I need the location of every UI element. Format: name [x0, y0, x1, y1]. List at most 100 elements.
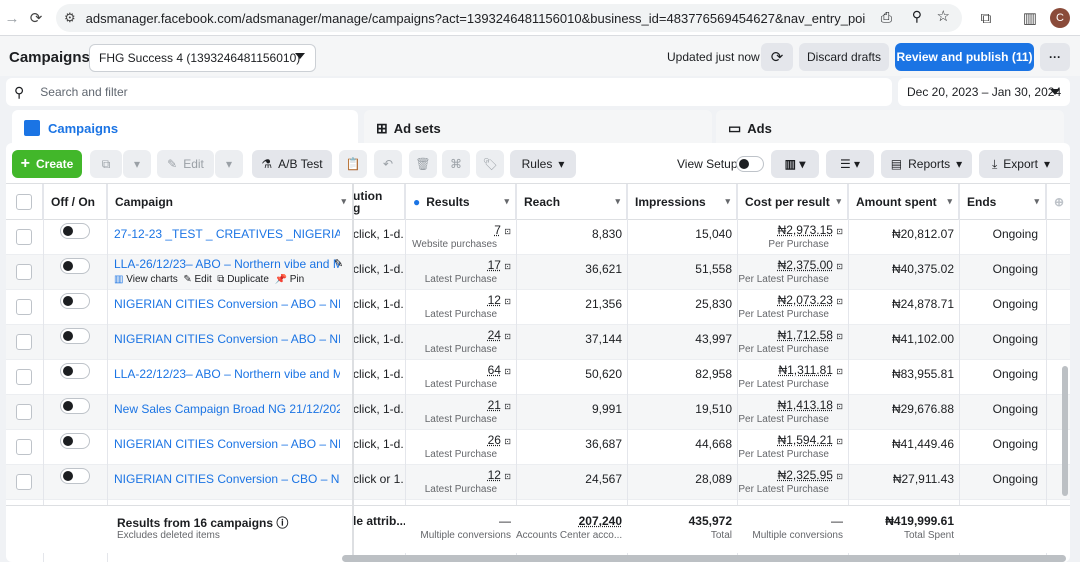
sort-icon: ▾ — [341, 196, 346, 206]
pencil-icon[interactable]: ✎ — [334, 257, 343, 270]
column-header-amount-spent[interactable]: Amount spent ▾ — [848, 184, 959, 220]
install-app-icon[interactable]: ⎙ — [881, 9, 892, 26]
row-checkbox[interactable] — [16, 264, 32, 280]
row-checkbox[interactable] — [16, 229, 32, 245]
flask-icon: ⚗ — [261, 157, 273, 171]
select-all-checkbox[interactable] — [16, 193, 32, 210]
tag-button[interactable]: 🏷 — [476, 150, 504, 178]
row-checkbox[interactable] — [16, 334, 32, 350]
campaign-name-link[interactable]: NIGERIAN CITIES Conversion – CBO – NEW C… — [114, 472, 340, 486]
column-header-cost-per-result[interactable]: Cost per result ▾ — [737, 184, 848, 220]
tab-ad-sets[interactable]: ⊞ Ad sets — [364, 110, 712, 146]
campaign-name-link[interactable]: LLA-22/12/23– ABO – Northern vibe and Ma… — [114, 367, 340, 381]
create-button[interactable]: + Create — [12, 150, 82, 178]
table-row[interactable]: NIGERIAN CITIES Conversion – ABO – NEW C… — [6, 325, 1070, 360]
duplicate-link[interactable]: Duplicate — [227, 274, 269, 285]
edit-menu-button[interactable]: ▾ — [215, 150, 243, 178]
pin-link[interactable]: Pin — [290, 274, 304, 285]
campaign-toggle[interactable] — [60, 293, 90, 309]
edit-button[interactable]: ✎ Edit — [157, 150, 214, 178]
campaign-name-link[interactable]: 27-12-23 _TEST _ CREATIVES _NIGERIAN CIT… — [114, 227, 340, 241]
clipboard-button[interactable]: 📋 — [339, 150, 367, 178]
row-checkbox[interactable] — [16, 299, 32, 315]
campaign-toggle[interactable] — [60, 363, 90, 379]
side-panel-icon[interactable]: ▥ — [1018, 6, 1042, 30]
row-checkbox[interactable] — [16, 369, 32, 385]
column-header-ends[interactable]: Ends ▾ — [959, 184, 1046, 220]
date-range-picker[interactable]: Dec 20, 2023 – Jan 30, 2024 — [898, 78, 1070, 106]
view-charts-link[interactable]: View charts — [126, 274, 178, 285]
campaign-name-link[interactable]: NIGERIAN CITIES Conversion – ABO – NEW C… — [114, 437, 340, 451]
tab-ads[interactable]: ▭ Ads — [716, 110, 1064, 146]
column-header-results[interactable]: ● Results ▾ — [405, 184, 516, 220]
vertical-scrollbar[interactable] — [1062, 366, 1068, 496]
horizontal-scrollbar[interactable] — [342, 555, 1066, 562]
campaign-name-link[interactable]: New Sales Campaign Broad NG 21/12/2023 C… — [114, 402, 340, 416]
review-publish-button[interactable]: Review and publish (11) — [895, 43, 1034, 71]
site-settings-icon[interactable]: ⚙ — [64, 10, 76, 26]
column-header-off-on[interactable]: Off / On — [43, 184, 107, 220]
avatar[interactable]: C — [1050, 8, 1070, 28]
campaign-toggle[interactable] — [60, 258, 90, 274]
results-type: Latest Purchase — [424, 414, 497, 425]
table-row[interactable]: LLA-22/12/23– ABO – Northern vibe and Ma… — [6, 360, 1070, 395]
columns-button[interactable]: ▥ ▾ — [771, 150, 819, 178]
search-input[interactable]: ⚲ Search and filter — [6, 78, 892, 106]
chevron-down-icon — [295, 53, 305, 59]
duplicate-button[interactable]: ⧉ — [90, 150, 122, 178]
account-selector[interactable]: FHG Success 4 (1393246481156010) — [89, 44, 316, 72]
rules-button[interactable]: Rules ▾ — [510, 150, 576, 178]
address-bar[interactable]: ⚙ adsmanager.facebook.com/adsmanager/man… — [56, 4, 962, 32]
reach-value: 37,144 — [585, 332, 622, 346]
campaign-toggle[interactable] — [60, 468, 90, 484]
back-arrow-icon[interactable]: → — [0, 6, 24, 30]
campaign-toggle[interactable] — [60, 433, 90, 449]
campaign-name-link[interactable]: LLA-26/12/23– ABO – Northern vibe and M.… — [114, 257, 340, 271]
campaign-toggle[interactable] — [60, 223, 90, 239]
more-options-button[interactable]: ··· — [1040, 43, 1070, 71]
duplicate-menu-button[interactable]: ▾ — [123, 150, 151, 178]
row-checkbox[interactable] — [16, 474, 32, 490]
column-header-attribution[interactable]: ution g — [353, 184, 405, 220]
attribution-setting: click, 1-d... — [353, 367, 403, 381]
campaign-name-link[interactable]: NIGERIAN CITIES Conversion – ABO – NEW C… — [114, 297, 340, 311]
summary-impressions-sub: Total — [710, 530, 732, 541]
row-checkbox[interactable] — [16, 439, 32, 455]
export-button[interactable]: ⤓ Export ▾ — [979, 150, 1063, 178]
table-row[interactable]: 27-12-23 _TEST _ CREATIVES _NIGERIAN CIT… — [6, 220, 1070, 255]
zoom-icon[interactable]: ⚲ — [912, 8, 922, 25]
reach-header-label: Reach — [524, 194, 561, 209]
column-header-reach[interactable]: Reach ▾ — [516, 184, 627, 220]
campaign-name-link[interactable]: NIGERIAN CITIES Conversion – ABO – NEW C… — [114, 332, 340, 346]
summary-cpr: — — [831, 514, 843, 528]
undo-button[interactable]: ↶ — [374, 150, 402, 178]
row-checkbox[interactable] — [16, 404, 32, 420]
edit-link[interactable]: Edit — [194, 274, 211, 285]
columns-icon: ▥ ▾ — [784, 157, 806, 171]
table-row[interactable]: NIGERIAN CITIES Conversion – ABO – NEW C… — [6, 290, 1070, 325]
view-setup-toggle[interactable] — [736, 156, 764, 172]
view-setup-label: View Setup — [677, 157, 738, 171]
cost-per-result-number: ₦2,973.15 — [777, 223, 833, 237]
discard-drafts-button[interactable]: Discard drafts — [799, 43, 889, 71]
reports-button[interactable]: ▤ Reports ▾ — [881, 150, 972, 178]
breakdown-button[interactable]: ☰ ▾ — [826, 150, 874, 178]
add-column-header[interactable]: ⊕ — [1046, 184, 1070, 220]
tab-campaigns[interactable]: Campaigns — [12, 110, 358, 146]
ab-test-button[interactable]: ⚗ A/B Test — [252, 150, 332, 178]
table-row[interactable]: NIGERIAN CITIES Conversion – CBO – NEW C… — [6, 465, 1070, 500]
bookmark-star-icon[interactable]: ☆ — [937, 7, 950, 25]
results-value: 64 ⊡ — [405, 363, 511, 377]
campaign-toggle[interactable] — [60, 398, 90, 414]
campaign-toggle[interactable] — [60, 328, 90, 344]
refresh-button[interactable]: ⟳ — [761, 43, 793, 71]
extensions-icon[interactable]: ⧉ — [974, 6, 998, 30]
delete-button[interactable]: 🗑 — [409, 150, 437, 178]
column-header-impressions[interactable]: Impressions ▾ — [627, 184, 737, 220]
column-header-campaign[interactable]: Campaign ▾ — [107, 184, 353, 220]
preview-button[interactable]: ⌘ — [442, 150, 470, 178]
table-row[interactable]: LLA-26/12/23– ABO – Northern vibe and M.… — [6, 255, 1070, 290]
table-row[interactable]: NIGERIAN CITIES Conversion – ABO – NEW C… — [6, 430, 1070, 465]
reload-icon[interactable]: ⟳ — [24, 6, 48, 30]
table-row[interactable]: New Sales Campaign Broad NG 21/12/2023 C… — [6, 395, 1070, 430]
